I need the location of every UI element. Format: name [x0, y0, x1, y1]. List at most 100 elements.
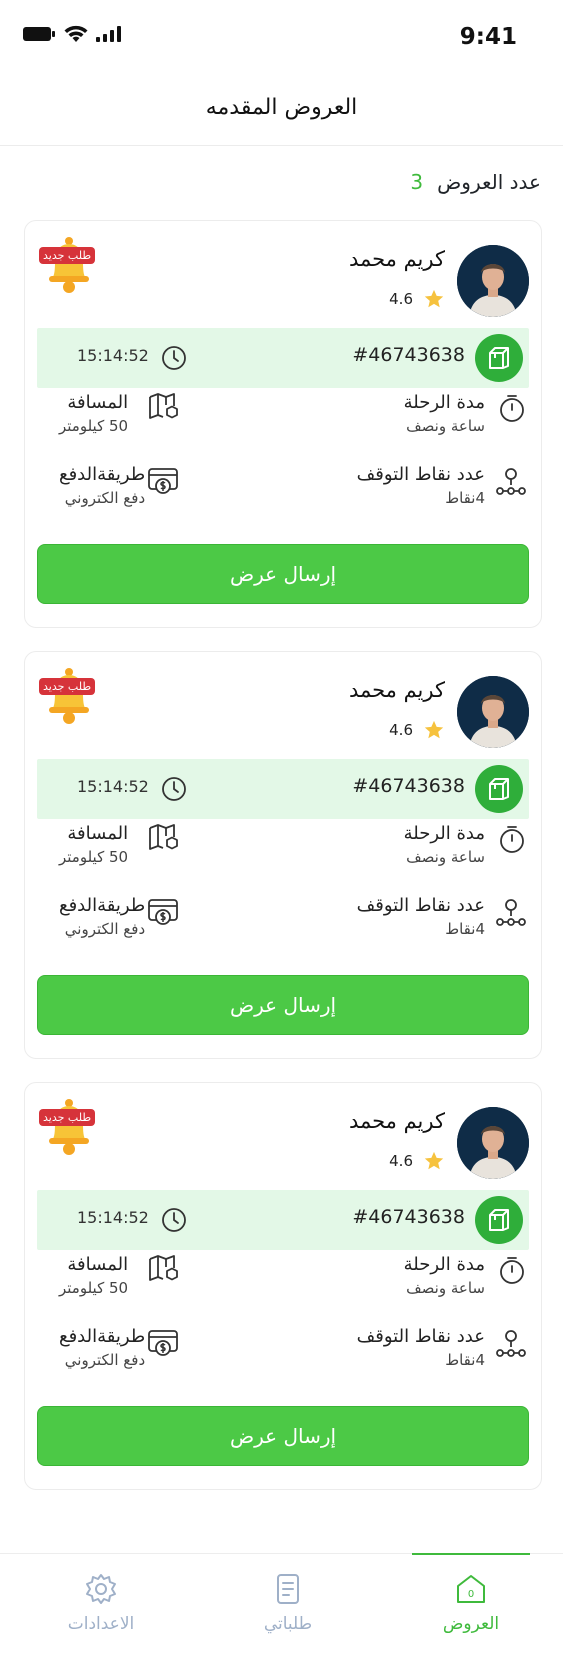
- nav-settings-label: الاعدادات: [67, 1614, 135, 1634]
- stops-count-label: عدد نقاط التوقف: [356, 895, 485, 916]
- trip-duration-label: مدة الرحلة: [403, 823, 485, 844]
- rating: 4.6: [389, 719, 445, 741]
- gear-icon: [86, 1574, 116, 1604]
- payment-method-value: دفع الكتروني: [64, 1351, 146, 1369]
- nav-my-orders-label: طلباتي: [263, 1614, 313, 1634]
- trip-duration: مدة الرحلة ساعة ونصف: [404, 822, 485, 868]
- order-number: #46743638: [352, 1206, 465, 1228]
- order-strip: #46743638 15:14:52: [37, 328, 529, 388]
- star-icon: [424, 1151, 444, 1170]
- new-order-badge: طلب جديد: [39, 1097, 99, 1157]
- route-stops-icon: [496, 899, 526, 926]
- nav-item-settings[interactable]: الاعدادات: [41, 1572, 161, 1652]
- stops-count-label: عدد نقاط التوقف: [356, 1326, 485, 1347]
- driver-name: كريم محمد: [348, 678, 445, 702]
- package-icon: [475, 765, 523, 813]
- clock-icon: [162, 346, 186, 370]
- payment-method: طريقةالدفع دفع الكتروني: [59, 894, 145, 940]
- distance-value: 50 كيلومتر: [59, 848, 129, 866]
- trip-duration-value: ساعة ونصف: [406, 417, 485, 435]
- stops-count-label: عدد نقاط التوقف: [356, 464, 485, 485]
- package-icon: [475, 334, 523, 382]
- new-order-badge-label: طلب جديد: [39, 247, 96, 264]
- new-order-badge-label: طلب جديد: [39, 678, 96, 695]
- package-icon: [475, 1196, 523, 1244]
- page-title: العروض المقدمه: [205, 95, 358, 120]
- offer-card: كريم محمد 4.6 طلب جديد #46743638 15:14:5…: [24, 1082, 542, 1490]
- distance-label: المسافة: [67, 1254, 129, 1275]
- stopwatch-icon: [500, 1257, 524, 1284]
- trip-duration-label: مدة الرحلة: [403, 392, 485, 413]
- rating: 4.6: [389, 1150, 445, 1172]
- driver-name: كريم محمد: [348, 1109, 445, 1133]
- distance-value: 50 كيلومتر: [59, 417, 129, 435]
- wifi-icon: [64, 25, 88, 42]
- payment-method-label: طريقةالدفع: [59, 464, 146, 485]
- payment-method-value: دفع الكتروني: [64, 489, 146, 507]
- payment-method-label: طريقةالدفع: [59, 895, 146, 916]
- send-offer-button[interactable]: إرسال عرض: [37, 1406, 529, 1466]
- star-icon: [424, 720, 444, 739]
- distance-label: المسافة: [67, 392, 129, 413]
- send-offer-button[interactable]: إرسال عرض: [37, 544, 529, 604]
- map-icon: [149, 393, 178, 419]
- route-stops-icon: [496, 1330, 526, 1357]
- status-time: 9:41: [459, 24, 517, 50]
- nav-item-offers[interactable]: 0 العروض: [411, 1572, 531, 1652]
- offer-card: كريم محمد 4.6 طلب جديد #46743638 15:14:5…: [24, 651, 542, 1059]
- order-strip: #46743638 15:14:52: [37, 759, 529, 819]
- avatar: [457, 1107, 529, 1179]
- new-order-badge: طلب جديد: [39, 666, 99, 726]
- distance: المسافة 50 كيلومتر: [59, 1253, 128, 1299]
- order-number: #46743638: [352, 775, 465, 797]
- bottom-nav: 0 العروض طلباتي الاعدادات: [0, 1553, 563, 1667]
- payment-method-label: طريقةالدفع: [59, 1326, 146, 1347]
- battery-icon: [23, 27, 55, 41]
- avatar: [457, 245, 529, 317]
- map-icon: [149, 1255, 178, 1281]
- star-icon: [424, 289, 444, 308]
- map-icon: [149, 824, 178, 850]
- offer-card: كريم محمد 4.6 طلب جديد #46743638 15:14:5…: [24, 220, 542, 628]
- distance-label: المسافة: [67, 823, 129, 844]
- rating-value: 4.6: [389, 290, 413, 308]
- trip-duration-value: ساعة ونصف: [406, 848, 485, 866]
- route-stops-icon: [496, 468, 526, 495]
- new-order-badge-label: طلب جديد: [39, 1109, 96, 1126]
- trip-duration: مدة الرحلة ساعة ونصف: [404, 1253, 485, 1299]
- payment-method: طريقةالدفع دفع الكتروني: [59, 1325, 145, 1371]
- driver-name: كريم محمد: [348, 247, 445, 271]
- nav-offers-label: العروض: [442, 1614, 500, 1634]
- new-order-badge: طلب جديد: [39, 235, 99, 295]
- trip-duration-value: ساعة ونصف: [406, 1279, 485, 1297]
- stops-count-value: 4نقاط: [445, 920, 485, 938]
- rating-value: 4.6: [389, 721, 413, 739]
- order-number: #46743638: [352, 344, 465, 366]
- nav-item-my-orders[interactable]: طلباتي: [228, 1572, 348, 1652]
- payment-method: طريقةالدفع دفع الكتروني: [59, 463, 145, 509]
- stopwatch-icon: [500, 826, 524, 853]
- trip-duration: مدة الرحلة ساعة ونصف: [404, 391, 485, 437]
- status-icons: [22, 25, 122, 43]
- stops-count: عدد نقاط التوقف 4نقاط: [357, 463, 485, 509]
- avatar: [457, 676, 529, 748]
- bell-icon: [49, 237, 89, 293]
- stopwatch-icon: [500, 395, 524, 422]
- send-offer-button[interactable]: إرسال عرض: [37, 975, 529, 1035]
- payment-method-value: دفع الكتروني: [64, 920, 146, 938]
- clock-icon: [162, 777, 186, 801]
- stops-count: عدد نقاط التوقف 4نقاط: [357, 894, 485, 940]
- page-header: العروض المقدمه: [0, 70, 563, 146]
- stops-count-value: 4نقاط: [445, 1351, 485, 1369]
- rating-value: 4.6: [389, 1152, 413, 1170]
- stops-count-value: 4نقاط: [445, 489, 485, 507]
- trip-duration-label: مدة الرحلة: [403, 1254, 485, 1275]
- signal-icon: [96, 26, 121, 42]
- offers-count: عدد العروض 3: [410, 170, 541, 194]
- order-time: 15:14:52: [77, 777, 149, 796]
- distance-value: 50 كيلومتر: [59, 1279, 129, 1297]
- distance: المسافة 50 كيلومتر: [59, 391, 128, 437]
- payment-icon: [148, 1330, 178, 1356]
- payment-icon: [148, 899, 178, 925]
- payment-icon: [148, 468, 178, 494]
